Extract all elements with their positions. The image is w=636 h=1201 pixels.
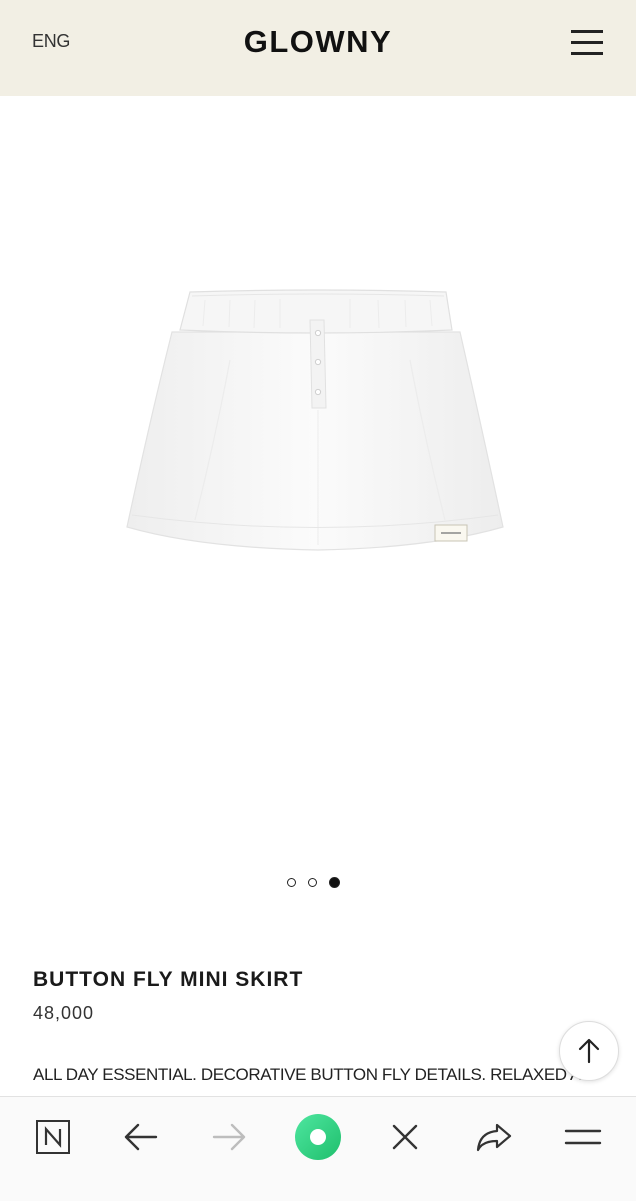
close-icon bbox=[392, 1124, 418, 1150]
carousel-dot-3-active[interactable] bbox=[329, 877, 340, 888]
carousel-dot-1[interactable] bbox=[287, 878, 296, 887]
product-image[interactable] bbox=[0, 96, 636, 856]
product-price: 48,000 bbox=[33, 1003, 95, 1023]
close-tab-button[interactable] bbox=[383, 1115, 427, 1159]
skirt-image bbox=[126, 289, 504, 551]
carousel-dot-2[interactable] bbox=[308, 878, 317, 887]
scroll-to-top-button[interactable] bbox=[559, 1021, 619, 1081]
arrow-left-icon bbox=[124, 1123, 158, 1151]
green-ring-icon bbox=[295, 1114, 341, 1160]
naver-home-button[interactable] bbox=[31, 1115, 75, 1159]
arrow-right-icon bbox=[212, 1123, 246, 1151]
product-description: ALL DAY ESSENTIAL. DECORATIVE BUTTON FLY… bbox=[33, 1065, 593, 1084]
hamburger-menu-icon[interactable] bbox=[570, 28, 604, 58]
brand-logo[interactable]: GLOWNY bbox=[0, 24, 636, 60]
browser-menu-button[interactable] bbox=[561, 1115, 605, 1159]
share-button[interactable] bbox=[472, 1115, 516, 1159]
site-header: ENG GLOWNY bbox=[0, 0, 636, 96]
product-name: BUTTON FLY MINI SKIRT bbox=[33, 968, 304, 991]
menu-icon bbox=[564, 1129, 602, 1145]
arrow-up-icon bbox=[578, 1038, 600, 1064]
back-button[interactable] bbox=[119, 1115, 163, 1159]
browser-toolbar bbox=[0, 1096, 636, 1201]
forward-button[interactable] bbox=[207, 1115, 251, 1159]
green-dot-button[interactable] bbox=[294, 1113, 342, 1161]
share-icon bbox=[476, 1123, 512, 1152]
carousel-indicator bbox=[287, 877, 340, 888]
naver-n-icon bbox=[36, 1120, 70, 1154]
